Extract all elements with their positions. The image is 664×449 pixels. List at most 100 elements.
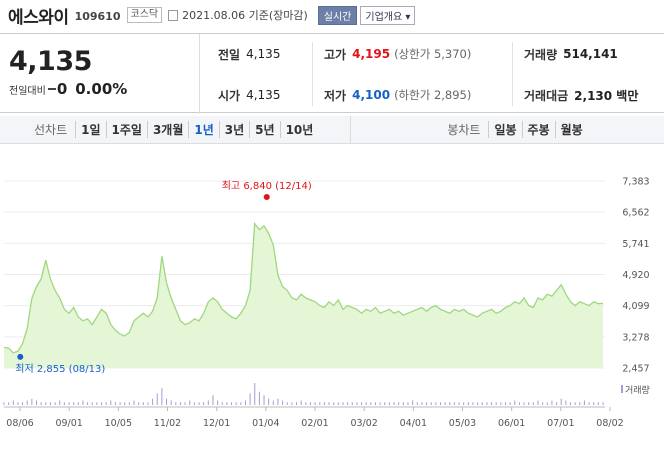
volume-bar	[45, 402, 47, 405]
divider	[350, 115, 352, 144]
price-chart: 7,383 6,562 5,741 4,920 4,099 3,278 2,457 최고 6…	[3, 177, 650, 429]
volume-bar	[73, 402, 75, 405]
volume-bar	[68, 402, 70, 405]
divider	[312, 42, 313, 106]
volume-bar	[309, 402, 311, 405]
change-percent: 0.00%	[75, 80, 128, 98]
volume-bar	[574, 402, 576, 405]
y-tick-label: 3,278	[622, 332, 649, 343]
market-badge: 코스닥	[126, 7, 163, 23]
volume-bar	[426, 402, 428, 405]
tab-5y[interactable]: 5년	[249, 121, 279, 138]
volume-bar	[323, 402, 325, 405]
volume-bar	[546, 402, 548, 405]
tab-weekly[interactable]: 주봉	[521, 121, 555, 138]
flat-change-icon	[47, 88, 56, 90]
volume-bar	[556, 402, 558, 405]
volume-bar	[328, 402, 330, 405]
volume-bar	[119, 402, 121, 405]
tab-1y[interactable]: 1년	[188, 121, 218, 138]
open-label: 시가	[218, 88, 241, 103]
volume-bar	[114, 402, 116, 405]
volume-bar	[579, 402, 581, 405]
volume-bar	[3, 402, 5, 405]
volume-bar	[142, 402, 144, 405]
volume-bar	[277, 398, 279, 405]
stock-code: 109610	[74, 10, 121, 23]
volume-bar	[388, 402, 390, 405]
realtime-button[interactable]: 실시간	[317, 5, 358, 25]
volume-bar	[495, 402, 497, 405]
volume-bar	[370, 402, 372, 405]
y-tick-label: 2,457	[622, 364, 649, 375]
tab-monthly[interactable]: 월봉	[554, 121, 588, 138]
change-label: 전일대비	[9, 85, 46, 97]
company-info-button[interactable]: 기업개요 ▾	[360, 5, 416, 25]
tab-3y[interactable]: 3년	[218, 121, 249, 138]
volume-bar	[240, 402, 242, 405]
volume-bar	[523, 402, 525, 405]
volume-label: 거래량	[524, 47, 558, 62]
x-tick-label: 09/01	[55, 418, 82, 429]
lower-limit: (하한가 2,895)	[394, 88, 472, 102]
volume-bar	[156, 393, 158, 405]
y-tick-label: 6,562	[622, 208, 649, 219]
tab-1w[interactable]: 1주일	[105, 121, 147, 138]
volume-bar	[305, 402, 307, 405]
tab-daily[interactable]: 일봉	[488, 121, 521, 138]
volume-bar	[379, 402, 381, 405]
volume-bar	[588, 402, 590, 405]
volume-value: 514,141	[563, 47, 618, 61]
volume-bar	[430, 402, 432, 405]
volume-bar	[184, 402, 186, 405]
volume-bar	[597, 402, 599, 405]
volume-bar	[193, 402, 195, 405]
volume-bar	[569, 402, 571, 405]
volume-legend-swatch	[621, 385, 623, 393]
y-tick-label: 4,099	[622, 301, 649, 312]
volume-bar	[342, 402, 344, 405]
volume-bar	[337, 402, 339, 405]
volume-bar	[31, 398, 33, 405]
volume-bar	[472, 402, 474, 405]
volume-bar	[477, 402, 479, 405]
document-icon	[168, 9, 179, 21]
volume-bar	[110, 400, 112, 405]
volume-bar	[463, 402, 465, 405]
volume-bar	[412, 400, 414, 405]
volume-bar	[221, 402, 223, 405]
x-tick-label: 11/02	[154, 418, 181, 429]
volume-bar	[254, 383, 256, 405]
volume-bar	[560, 398, 562, 405]
y-axis-labels: 7,383 6,562 5,741 4,920 4,099 3,278 2,457	[622, 177, 649, 375]
volume-bar	[500, 402, 502, 405]
volume-bar	[175, 402, 177, 405]
tab-1d[interactable]: 1일	[75, 121, 105, 138]
open-value: 4,135	[246, 88, 281, 102]
high-label: 고가	[324, 47, 347, 62]
volume-bar	[231, 402, 233, 405]
volume-bar	[212, 395, 214, 405]
x-axis-labels: 08/06 09/01 10/05 11/02 12/01 01/04 02/01 03/02…	[6, 407, 624, 429]
quote-panel: 4,135 전일대비 0 0.00% 전일 4,135 시가 4,135 고가 …	[0, 33, 664, 114]
stock-name: 에스와이	[8, 7, 69, 28]
volume-bar	[22, 402, 24, 405]
high-label: 최고 6,840 (12/14)	[222, 180, 312, 192]
prev-close-label: 전일	[218, 47, 241, 62]
volume-bar	[170, 400, 172, 405]
volume-bar	[40, 402, 42, 405]
volume-bar	[26, 400, 28, 405]
x-tick-label: 05/03	[449, 418, 476, 429]
volume-bar	[286, 402, 288, 405]
x-tick-label: 07/01	[547, 418, 574, 429]
tab-10y[interactable]: 10년	[279, 121, 319, 138]
candle-chart-tabs: 봉차트 일봉 주봉 월봉	[447, 121, 587, 138]
volume-bar	[542, 402, 544, 405]
volume-bar	[583, 400, 585, 405]
prev-close-value: 4,135	[246, 47, 281, 61]
tab-3m[interactable]: 3개월	[146, 121, 188, 138]
trade-amount: 거래대금 2,130 백만	[524, 86, 638, 104]
x-tick-label: 08/02	[596, 418, 623, 429]
volume-bar	[347, 402, 349, 405]
low-label: 저가	[324, 88, 347, 103]
